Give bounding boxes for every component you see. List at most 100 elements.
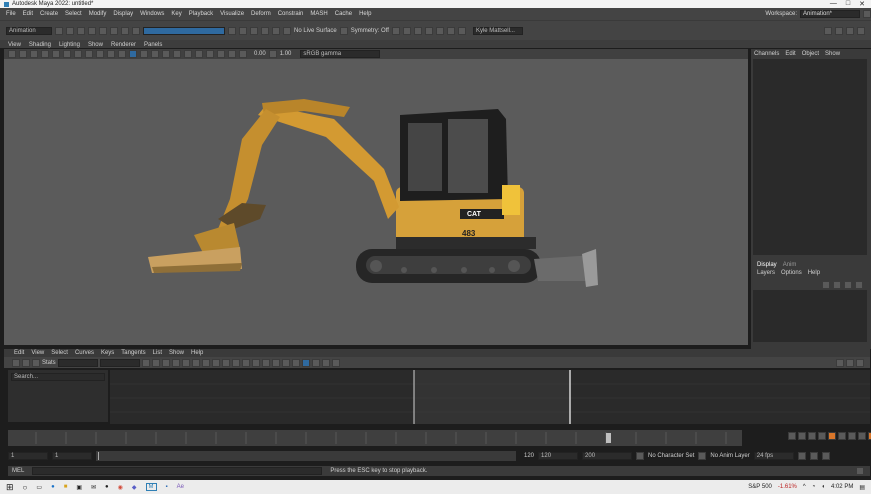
new-layer-icon[interactable]: [844, 281, 852, 289]
normalize-icon[interactable]: [301, 358, 310, 367]
start-time-field[interactable]: 1: [8, 452, 48, 460]
step-back-frame-icon[interactable]: [808, 432, 816, 440]
stock-ticker[interactable]: S&P 500: [748, 484, 772, 490]
symmetry-icon[interactable]: [339, 26, 348, 35]
insert-key-icon[interactable]: [22, 358, 30, 367]
gamma-value[interactable]: 1.00: [280, 51, 292, 57]
viewport-menu-view[interactable]: View: [8, 42, 21, 48]
ipr-render-icon[interactable]: [402, 26, 411, 35]
maya-taskbar-icon[interactable]: M: [145, 483, 157, 491]
sound-icon[interactable]: [809, 452, 818, 460]
anim-layer-dropdown[interactable]: No Anim Layer: [710, 453, 749, 459]
ge-menu-edit[interactable]: Edit: [14, 350, 24, 356]
time-slider[interactable]: [8, 430, 742, 446]
viewport-menu-shading[interactable]: Shading: [29, 42, 51, 48]
tray-chevron-icon[interactable]: ^: [803, 484, 806, 490]
playback-start-field[interactable]: 1: [52, 452, 92, 460]
ge-menu-keys[interactable]: Keys: [101, 350, 114, 356]
lattice-icon[interactable]: [32, 358, 40, 367]
menu-display[interactable]: Display: [113, 11, 133, 17]
layout-stacked-icon[interactable]: [836, 358, 844, 367]
viewport-menu-renderer[interactable]: Renderer: [111, 42, 136, 48]
plateau-tangent-icon[interactable]: [231, 358, 240, 367]
snap-curve-icon[interactable]: [239, 26, 247, 35]
wireframe-icon[interactable]: [118, 50, 126, 58]
tab-anim[interactable]: Anim: [783, 262, 797, 268]
notification-icon[interactable]: ▤: [859, 484, 865, 491]
save-scene-icon[interactable]: [77, 26, 85, 35]
windows-start-icon[interactable]: ⊞: [6, 482, 14, 493]
undo-icon[interactable]: [88, 26, 96, 35]
film-gate-icon[interactable]: [63, 50, 71, 58]
animation-end-field[interactable]: 200: [582, 452, 633, 460]
network-icon[interactable]: ◔: [812, 484, 816, 490]
mail-icon[interactable]: ✉: [91, 484, 96, 491]
open-scene-icon[interactable]: [66, 26, 74, 35]
redo-icon[interactable]: [99, 26, 107, 35]
arnold-icon[interactable]: [457, 26, 466, 35]
isolate-select-icon[interactable]: [206, 50, 214, 58]
script-editor-icon[interactable]: [856, 467, 864, 475]
menu-edit[interactable]: Edit: [23, 11, 33, 17]
select-component-icon[interactable]: [132, 26, 140, 35]
object-filter-field[interactable]: [143, 26, 225, 35]
store-icon[interactable]: ▣: [76, 484, 82, 491]
modeling-toolkit-icon[interactable]: [824, 26, 832, 35]
layer-list[interactable]: [753, 290, 867, 342]
ge-menu-help[interactable]: Help: [191, 350, 203, 356]
signin-button[interactable]: Kyle Mattsell...: [472, 26, 523, 35]
menu-deform[interactable]: Deform: [251, 11, 271, 17]
go-to-start-icon[interactable]: [788, 432, 796, 440]
attribute-editor-icon[interactable]: [835, 26, 843, 35]
ambient-occlusion-icon[interactable]: [184, 50, 192, 58]
grid-icon[interactable]: [52, 50, 60, 58]
colorspace-dropdown[interactable]: sRGB gamma: [300, 50, 381, 58]
viewport-menu-show[interactable]: Show: [88, 42, 103, 48]
edge-icon[interactable]: ●: [51, 484, 55, 490]
workspace-dropdown[interactable]: Animation*: [800, 10, 860, 18]
layers-menu[interactable]: Layers: [757, 270, 775, 276]
render-settings-icon[interactable]: [413, 26, 422, 35]
menu-visualize[interactable]: Visualize: [220, 11, 244, 17]
ge-menu-show[interactable]: Show: [169, 350, 184, 356]
new-layer-selected-icon[interactable]: [855, 281, 863, 289]
gamma-icon[interactable]: [268, 50, 277, 58]
bookmark-icon[interactable]: [30, 50, 38, 58]
snap-point-icon[interactable]: [250, 26, 258, 35]
mel-label[interactable]: MEL: [12, 468, 24, 474]
fps-dropdown[interactable]: 24 fps: [753, 452, 794, 460]
lights-icon[interactable]: [162, 50, 170, 58]
step-forward-frame-icon[interactable]: [838, 432, 846, 440]
ae-icon[interactable]: Ae: [177, 484, 184, 490]
exposure-value[interactable]: 0.00: [254, 51, 266, 57]
channel-box-icon[interactable]: [857, 26, 865, 35]
ge-menu-view[interactable]: View: [31, 350, 44, 356]
menu-create[interactable]: Create: [40, 11, 58, 17]
symmetry-label[interactable]: Symmetry: Off: [351, 28, 389, 34]
ge-menu-list[interactable]: List: [153, 350, 162, 356]
close-button[interactable]: ✕: [859, 0, 865, 8]
xray-icon[interactable]: [217, 50, 225, 58]
go-to-end-icon[interactable]: [858, 432, 866, 440]
textured-icon[interactable]: [151, 50, 159, 58]
layers-help-menu[interactable]: Help: [808, 270, 820, 276]
task-view-icon[interactable]: ▭: [36, 484, 42, 491]
wireframe-on-shaded-icon[interactable]: [140, 50, 148, 58]
lookdev-icon[interactable]: [446, 26, 455, 35]
history-icon[interactable]: [283, 26, 291, 35]
unify-tangents-icon[interactable]: [261, 358, 270, 367]
antialiasing-icon[interactable]: [195, 50, 203, 58]
move-key-icon[interactable]: [12, 358, 20, 367]
menu-cache[interactable]: Cache: [335, 11, 352, 17]
workspace-lock-icon[interactable]: [863, 10, 871, 18]
menu-windows[interactable]: Windows: [140, 11, 164, 17]
anim-layer-icon[interactable]: [698, 452, 707, 460]
step-back-key-icon[interactable]: [798, 432, 806, 440]
character-set-dropdown[interactable]: No Character Set: [648, 453, 694, 459]
clock[interactable]: 4:02 PM: [831, 484, 853, 490]
channels-show-menu[interactable]: Show: [825, 51, 840, 57]
gate-mask-icon[interactable]: [85, 50, 93, 58]
stats-value-field[interactable]: [57, 358, 98, 367]
ge-menu-select[interactable]: Select: [51, 350, 68, 356]
mel-input[interactable]: [32, 467, 323, 475]
